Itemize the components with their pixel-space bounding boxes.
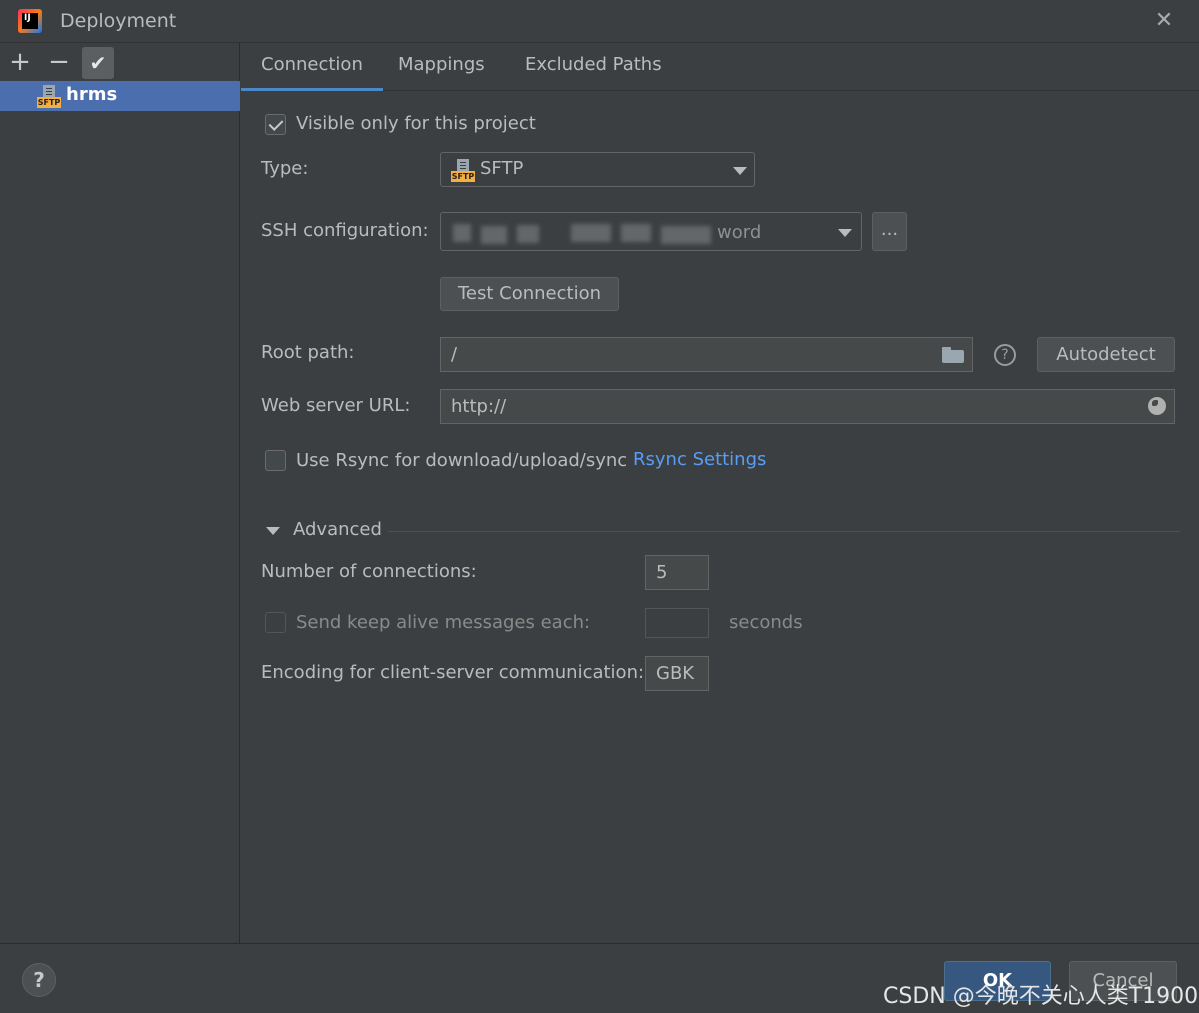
type-dropdown[interactable]: SFTP SFTP (440, 152, 755, 187)
seconds-label: seconds (729, 612, 803, 633)
sftp-type-icon: SFTP (451, 159, 475, 183)
tab-excluded-paths[interactable]: Excluded Paths (505, 53, 682, 91)
root-path-label: Root path: (261, 342, 355, 363)
collapse-triangle-icon[interactable] (266, 527, 280, 535)
close-icon[interactable]: ✕ (1151, 8, 1177, 34)
intellij-app-icon: IJ (18, 9, 42, 33)
section-divider (388, 531, 1180, 532)
ssh-config-more-button[interactable]: ... (872, 212, 907, 251)
title-bar: IJ Deployment ✕ (0, 0, 1199, 43)
redacted-text (621, 224, 651, 242)
chevron-down-icon (838, 228, 852, 237)
ssh-config-dropdown[interactable]: word (440, 212, 862, 251)
connections-input[interactable]: 5 (645, 555, 709, 590)
add-server-button[interactable]: + (4, 47, 36, 79)
rsync-checkbox[interactable] (265, 450, 286, 471)
encoding-label: Encoding for client-server communication… (261, 662, 645, 683)
redacted-text (517, 225, 539, 243)
root-path-input[interactable]: / (440, 337, 973, 372)
autodetect-button[interactable]: Autodetect (1037, 337, 1175, 372)
csdn-watermark: CSDN @今晚不关心人类T1900 (883, 984, 1199, 1009)
window-title: Deployment (60, 10, 177, 32)
web-server-url-label: Web server URL: (261, 395, 411, 416)
visible-only-label: Visible only for this project (296, 113, 536, 134)
advanced-header[interactable]: Advanced (293, 519, 382, 540)
globe-icon[interactable] (1148, 397, 1166, 415)
ssh-config-value: word (717, 222, 762, 243)
tab-mappings[interactable]: Mappings (378, 53, 505, 91)
set-default-button[interactable]: ✔ (82, 47, 114, 79)
help-icon[interactable]: ? (994, 344, 1016, 366)
server-name: hrms (66, 84, 118, 105)
sftp-server-icon: SFTP (37, 85, 61, 109)
chevron-down-icon (733, 166, 747, 175)
app-icon-text: IJ (24, 13, 31, 23)
redacted-text (481, 226, 507, 244)
server-item-hrms[interactable]: SFTP hrms (0, 81, 240, 111)
tab-connection[interactable]: Connection (241, 53, 383, 91)
remove-server-button[interactable]: − (43, 47, 75, 79)
type-label: Type: (261, 158, 309, 179)
visible-only-checkbox[interactable] (265, 114, 286, 135)
folder-icon[interactable] (942, 347, 964, 363)
tab-bar: Connection Mappings Excluded Paths (241, 43, 1199, 91)
redacted-text (453, 224, 471, 242)
encoding-input[interactable]: GBK (645, 656, 709, 691)
sftp-tag-label: SFTP (37, 97, 61, 108)
connections-label: Number of connections: (261, 561, 477, 582)
redacted-text (571, 224, 611, 242)
keep-alive-checkbox[interactable] (265, 612, 286, 633)
redacted-text (661, 226, 711, 244)
web-server-url-input[interactable]: http:// (440, 389, 1175, 424)
type-icon-tag: SFTP (451, 171, 475, 182)
rsync-label: Use Rsync for download/upload/sync (296, 450, 628, 471)
help-button[interactable]: ? (22, 963, 56, 997)
test-connection-button[interactable]: Test Connection (440, 277, 619, 311)
type-value: SFTP (480, 158, 524, 179)
rsync-settings-link[interactable]: Rsync Settings (633, 449, 766, 470)
server-list-panel: + − ✔ SFTP hrms (0, 43, 240, 943)
keep-alive-input[interactable] (645, 608, 709, 638)
keep-alive-label: Send keep alive messages each: (296, 612, 591, 633)
ssh-config-label: SSH configuration: (261, 220, 429, 241)
